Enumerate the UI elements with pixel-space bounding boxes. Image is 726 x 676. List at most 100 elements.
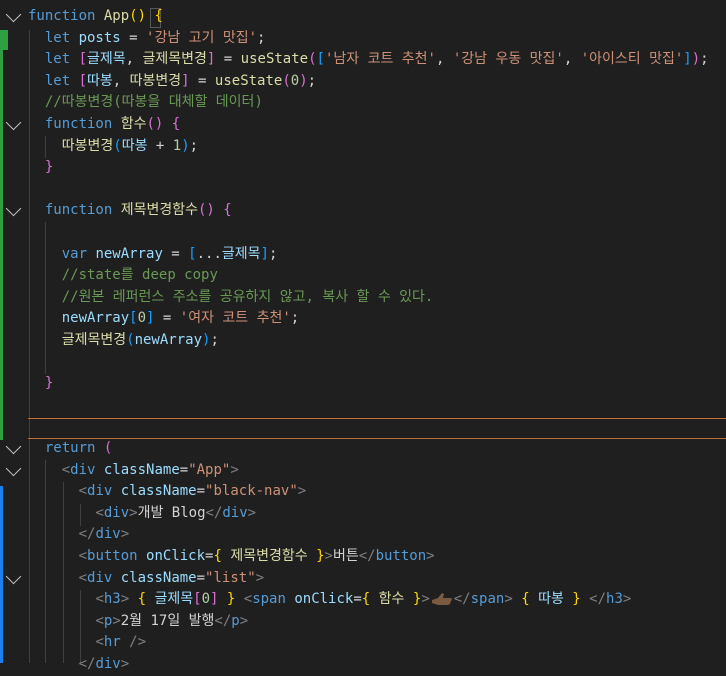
code-token: ( bbox=[113, 137, 122, 154]
code-line[interactable]: //따봉변경(따봉을 대체할 데이터) bbox=[28, 92, 726, 114]
code-token: newArray bbox=[134, 332, 202, 348]
code-line[interactable]: let [따봉, 따봉변경] = useState(0); bbox=[28, 71, 726, 93]
code-token: 글제목 bbox=[87, 51, 126, 68]
fold-chevron-icon[interactable] bbox=[5, 201, 22, 217]
fold-chevron-icon[interactable] bbox=[5, 568, 22, 584]
code-token: hr bbox=[103, 634, 121, 651]
code-line[interactable] bbox=[28, 179, 726, 201]
code-token: function bbox=[44, 116, 121, 132]
code-line[interactable]: function 함수() { bbox=[28, 114, 726, 136]
code-token: 따봉 bbox=[87, 72, 113, 89]
code-line[interactable]: 글제목변경(newArray); bbox=[28, 330, 726, 352]
code-token: = bbox=[189, 72, 215, 89]
code-line[interactable]: var newArray = [...글제목]; bbox=[28, 244, 726, 266]
code-token: = bbox=[215, 51, 241, 68]
code-line[interactable]: let posts = '강남 고기 맛집'; bbox=[28, 28, 726, 50]
code-line[interactable]: <p>2월 17일 발행</p> bbox=[28, 611, 726, 633]
code-token: } bbox=[572, 591, 581, 608]
code-line[interactable] bbox=[28, 416, 726, 438]
code-line[interactable]: //state를 deep copy bbox=[28, 265, 726, 287]
code-line[interactable]: let [글제목, 글제목변경] = useState(['남자 코트 추천',… bbox=[28, 49, 726, 71]
code-token: > bbox=[129, 504, 138, 521]
code-token: [ bbox=[316, 51, 325, 68]
fold-chevron-icon[interactable] bbox=[5, 438, 22, 455]
code-token: ] bbox=[683, 51, 692, 68]
code-line[interactable]: <h3> { 글제목[0] } <span onClick={ 함수 }> </s… bbox=[28, 589, 726, 611]
code-line[interactable]: function App() { bbox=[28, 6, 726, 28]
code-line[interactable] bbox=[28, 222, 726, 244]
code-token: ( bbox=[282, 72, 291, 89]
code-token: 따봉변경 bbox=[61, 137, 114, 154]
fold-chevron-icon[interactable] bbox=[5, 6, 22, 23]
code-token: 글제목변경 bbox=[142, 51, 207, 68]
code-line[interactable]: <div className="black-nav"> bbox=[28, 481, 726, 503]
code-token: ) bbox=[299, 72, 308, 89]
code-token: let bbox=[44, 72, 79, 89]
code-line[interactable]: newArray[0] = '여자 코트 추천'; bbox=[28, 308, 726, 330]
code-token: </ bbox=[78, 656, 96, 672]
code-token: < bbox=[95, 612, 104, 629]
code-line[interactable]: <button onClick={ 제목변경함수 }>버튼</button> bbox=[28, 546, 726, 568]
code-token: , bbox=[112, 72, 130, 89]
code-token: < bbox=[61, 461, 71, 478]
code-token: ; bbox=[210, 332, 219, 348]
code-token: "list" bbox=[205, 569, 256, 586]
code-token: > bbox=[112, 612, 121, 629]
code-token: return bbox=[44, 440, 104, 456]
code-token: ... bbox=[196, 245, 222, 262]
code-line[interactable]: <div className="list"> bbox=[28, 568, 726, 590]
code-token: h3 bbox=[103, 591, 121, 608]
code-line[interactable]: </div> bbox=[28, 654, 726, 676]
code-token: ] bbox=[260, 245, 269, 262]
code-line[interactable]: 따봉변경(따봉 + 1); bbox=[28, 136, 726, 158]
code-line[interactable]: <div className="App"> bbox=[28, 460, 726, 482]
code-token: //state를 deep copy bbox=[61, 267, 218, 284]
code-token: </ bbox=[214, 612, 232, 629]
code-line[interactable]: </div> bbox=[28, 524, 726, 546]
code-line[interactable] bbox=[28, 395, 726, 417]
code-line[interactable] bbox=[28, 352, 726, 374]
code-token: </ bbox=[358, 548, 376, 564]
code-token: ; bbox=[290, 310, 300, 327]
code-token: > bbox=[120, 526, 130, 543]
code-token: '강남 고기 맛집' bbox=[146, 29, 258, 46]
code-line[interactable]: <hr /> bbox=[28, 632, 726, 654]
code-line[interactable]: function 제목변경함수() { bbox=[28, 200, 726, 222]
code-token: 제목변경함수 bbox=[120, 202, 198, 219]
code-token: < bbox=[78, 483, 88, 500]
code-line[interactable]: return ( bbox=[28, 438, 726, 460]
fold-chevron-icon[interactable] bbox=[5, 114, 22, 131]
code-token: { bbox=[223, 202, 232, 219]
code-line[interactable]: //원본 레퍼런스 주소를 공유하지 않고, 복사 할 수 있다. bbox=[28, 287, 726, 309]
code-token: newArray bbox=[61, 310, 130, 327]
code-line[interactable]: } bbox=[28, 373, 726, 395]
code-token: () bbox=[129, 8, 147, 24]
code-token: 함수 bbox=[378, 591, 405, 608]
code-line[interactable]: <div>개발 Blog</div> bbox=[28, 503, 726, 525]
fold-chevron-icon[interactable] bbox=[5, 460, 22, 476]
code-token: onClick bbox=[294, 591, 354, 608]
code-token: var bbox=[61, 245, 96, 262]
code-token: let bbox=[44, 51, 79, 68]
code-token: = bbox=[154, 310, 180, 327]
code-token: </ bbox=[453, 591, 471, 608]
code-token: + bbox=[147, 137, 173, 154]
code-token: div bbox=[95, 526, 121, 543]
code-editor[interactable]: function App() { let posts = '강남 고기 맛집';… bbox=[0, 0, 726, 672]
code-line[interactable]: } bbox=[28, 157, 726, 179]
